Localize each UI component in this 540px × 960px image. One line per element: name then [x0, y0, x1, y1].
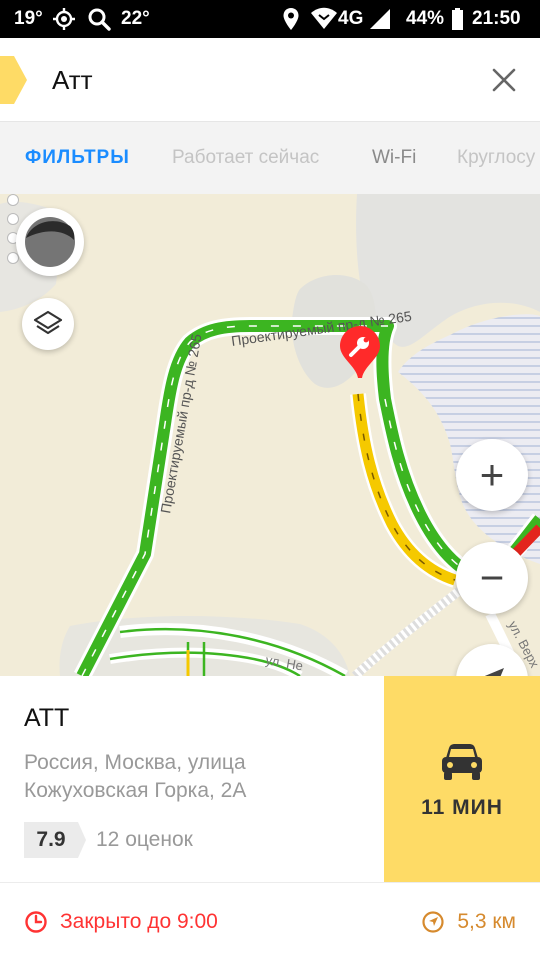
- clock-icon: [25, 911, 47, 933]
- location-target-icon: [52, 0, 76, 38]
- direction-icon: [422, 911, 444, 933]
- opening-hours-text: Закрыто до 9:00: [60, 910, 218, 933]
- battery-icon: [451, 0, 464, 38]
- rating-badge: 7.9: [24, 822, 86, 858]
- route-time: 11 МИН: [421, 796, 503, 819]
- filter-wifi[interactable]: Wi-Fi: [372, 122, 416, 194]
- map-canvas: Проектируемый пр-д № 265 Проектируемый п…: [0, 194, 540, 676]
- search-status-icon: [87, 0, 111, 38]
- yandex-pointer-icon: [0, 56, 27, 104]
- location-pin-icon: [282, 0, 300, 38]
- filters-button[interactable]: ФИЛЬТРЫ: [25, 122, 130, 194]
- minus-icon: −: [479, 554, 505, 601]
- map-view[interactable]: Проектируемый пр-д № 265 Проектируемый п…: [0, 194, 540, 676]
- close-icon[interactable]: [488, 64, 520, 96]
- address-line: Кожуховская Горка, 2А: [24, 779, 247, 802]
- filter-open-now[interactable]: Работает сейчас: [172, 122, 319, 194]
- plus-icon: +: [479, 451, 505, 498]
- place-info-row: Закрыто до 9:00 5,3 км: [0, 882, 540, 960]
- status-bar: 19° 22° 4G 44% 21:50: [0, 0, 540, 38]
- distance[interactable]: 5,3 км: [421, 883, 516, 960]
- navigation-arrow-icon: [484, 668, 504, 676]
- filter-bar: ФИЛЬТРЫ Работает сейчас Wi-Fi Круглосу: [0, 122, 540, 194]
- avatar-icon: [25, 217, 75, 267]
- weather-temp: 19°: [14, 8, 43, 29]
- dot-icon: [7, 194, 19, 206]
- route-button[interactable]: 11 МИН: [384, 676, 540, 882]
- filter-24-hours[interactable]: Круглосу: [457, 122, 535, 194]
- car-icon: [442, 744, 482, 780]
- wifi-icon: [310, 0, 338, 38]
- search-bar[interactable]: Атт: [0, 38, 540, 122]
- battery-level: 44%: [406, 8, 445, 29]
- place-card[interactable]: АТТ Россия, Москва, улица Кожуховская Го…: [0, 676, 540, 882]
- signal-icon: [369, 0, 391, 38]
- network-type: 4G: [338, 8, 364, 29]
- address-line: Россия, Москва, улица: [24, 751, 246, 774]
- clock: 21:50: [472, 8, 521, 29]
- place-address: Россия, Москва, улица Кожуховская Горка,…: [24, 749, 364, 805]
- layers-icon: [33, 310, 63, 335]
- user-avatar-button[interactable]: [16, 208, 84, 276]
- dot-icon: [7, 213, 19, 225]
- location-temp: 22°: [121, 8, 150, 29]
- search-query[interactable]: Атт: [52, 38, 93, 122]
- zoom-out-button[interactable]: −: [456, 542, 528, 614]
- rating-value: 7.9: [36, 828, 66, 851]
- distance-text: 5,3 км: [457, 910, 516, 933]
- zoom-in-button[interactable]: +: [456, 439, 528, 511]
- rating-count[interactable]: 12 оценок: [96, 822, 193, 858]
- opening-hours[interactable]: Закрыто до 9:00: [24, 883, 218, 960]
- place-name: АТТ: [24, 704, 70, 732]
- map-layers-button[interactable]: [22, 298, 74, 350]
